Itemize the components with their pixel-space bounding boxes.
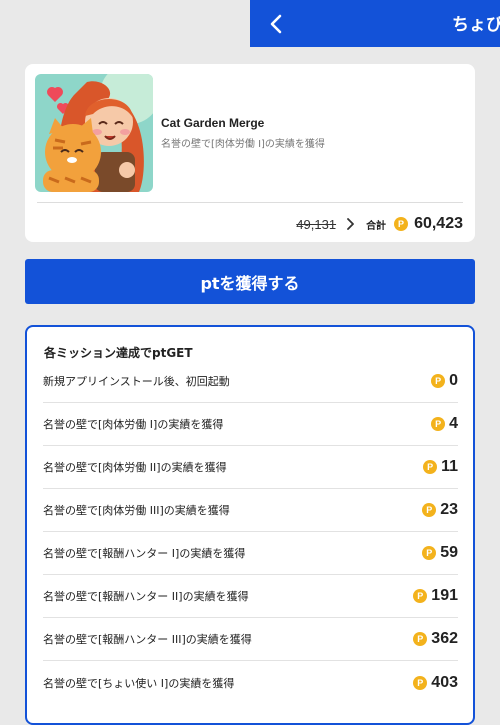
mission-points-value: 191 bbox=[431, 587, 458, 604]
mission-points: P 4 bbox=[431, 415, 458, 433]
chevron-right-icon bbox=[346, 218, 354, 230]
mission-points-value: 0 bbox=[449, 372, 458, 389]
chevron-left-icon bbox=[270, 14, 282, 34]
mission-points: P 59 bbox=[422, 544, 458, 562]
back-button[interactable] bbox=[262, 10, 290, 38]
app-name: Cat Garden Merge bbox=[161, 116, 265, 130]
point-coin-icon: P bbox=[413, 675, 428, 690]
mission-points-value: 403 bbox=[431, 673, 458, 691]
mission-points-value: 4 bbox=[449, 415, 458, 432]
point-coin-icon: P bbox=[423, 460, 438, 474]
mission-list: 新規アプリインストール後、初回起動 P 0 名誉の壁で[肉体労働 I]の実績を獲… bbox=[43, 360, 458, 704]
mission-points: P 11 bbox=[423, 458, 458, 476]
mission-row: 名誉の壁で[報酬ハンター II]の実績を獲得 P 191 bbox=[43, 575, 458, 618]
mission-row: 名誉の壁で[ちょい使い I]の実績を獲得 P 403 bbox=[43, 661, 458, 704]
mission-label: 新規アプリインストール後、初回起動 bbox=[43, 375, 230, 388]
point-coin-icon: P bbox=[413, 589, 428, 603]
mission-label: 名誉の壁で[報酬ハンター I]の実績を獲得 bbox=[43, 547, 246, 560]
mission-heading: 各ミッション達成でptGET bbox=[44, 346, 193, 360]
mission-points: P 191 bbox=[413, 587, 458, 605]
mission-row: 名誉の壁で[肉体労働 II]の実績を獲得 P 11 bbox=[43, 446, 458, 489]
mission-label: 名誉の壁で[ちょい使い I]の実績を獲得 bbox=[43, 676, 235, 690]
points-summary: 49,131 合計 P 60,423 bbox=[296, 212, 463, 236]
mission-label: 名誉の壁で[報酬ハンター II]の実績を獲得 bbox=[43, 590, 249, 603]
point-coin-icon: P bbox=[422, 503, 437, 517]
point-coin-icon: P bbox=[394, 217, 409, 231]
mission-points-value: 59 bbox=[440, 544, 458, 561]
mission-points: P 23 bbox=[422, 501, 458, 519]
mission-points-value: 362 bbox=[431, 630, 458, 647]
point-coin-icon: P bbox=[413, 632, 428, 646]
page-title: ちょび bbox=[452, 15, 500, 35]
mission-label: 名誉の壁で[肉体労働 III]の実績を獲得 bbox=[43, 504, 230, 517]
header-bar: ちょび bbox=[250, 0, 500, 47]
app-card: Cat Garden Merge 名誉の壁で[肉体労働 I]の実績を獲得 49,… bbox=[25, 64, 475, 242]
mission-row: 名誉の壁で[報酬ハンター I]の実績を獲得 P 59 bbox=[43, 532, 458, 575]
mission-points: P 403 bbox=[413, 674, 458, 692]
app-description: 名誉の壁で[肉体労働 I]の実績を獲得 bbox=[161, 139, 325, 150]
total-points: 60,423 bbox=[414, 215, 463, 232]
point-coin-icon: P bbox=[431, 374, 446, 388]
mission-points: P 362 bbox=[413, 630, 458, 648]
mission-points: P 0 bbox=[431, 372, 458, 390]
mission-label: 名誉の壁で[肉体労働 II]の実績を獲得 bbox=[43, 461, 227, 474]
total-label: 合計 bbox=[366, 220, 387, 232]
mission-points-value: 23 bbox=[440, 501, 458, 518]
mission-row: 新規アプリインストール後、初回起動 P 0 bbox=[43, 360, 458, 403]
mission-row: 名誉の壁で[肉体労働 III]の実績を獲得 P 23 bbox=[43, 489, 458, 532]
mission-row: 名誉の壁で[報酬ハンター III]の実績を獲得 P 362 bbox=[43, 618, 458, 661]
mission-panel: 各ミッション達成でptGET 新規アプリインストール後、初回起動 P 0 名誉の… bbox=[25, 325, 475, 725]
divider bbox=[37, 202, 463, 203]
mission-points-value: 11 bbox=[441, 458, 458, 475]
app-icon bbox=[35, 74, 153, 192]
point-coin-icon: P bbox=[431, 417, 446, 431]
mission-label: 名誉の壁で[報酬ハンター III]の実績を獲得 bbox=[43, 633, 252, 646]
point-coin-icon: P bbox=[422, 546, 437, 560]
mission-label: 名誉の壁で[肉体労働 I]の実績を獲得 bbox=[43, 418, 224, 431]
get-points-button[interactable]: ptを獲得する bbox=[25, 259, 475, 304]
mission-row: 名誉の壁で[肉体労働 I]の実績を獲得 P 4 bbox=[43, 403, 458, 446]
old-points: 49,131 bbox=[296, 216, 337, 232]
